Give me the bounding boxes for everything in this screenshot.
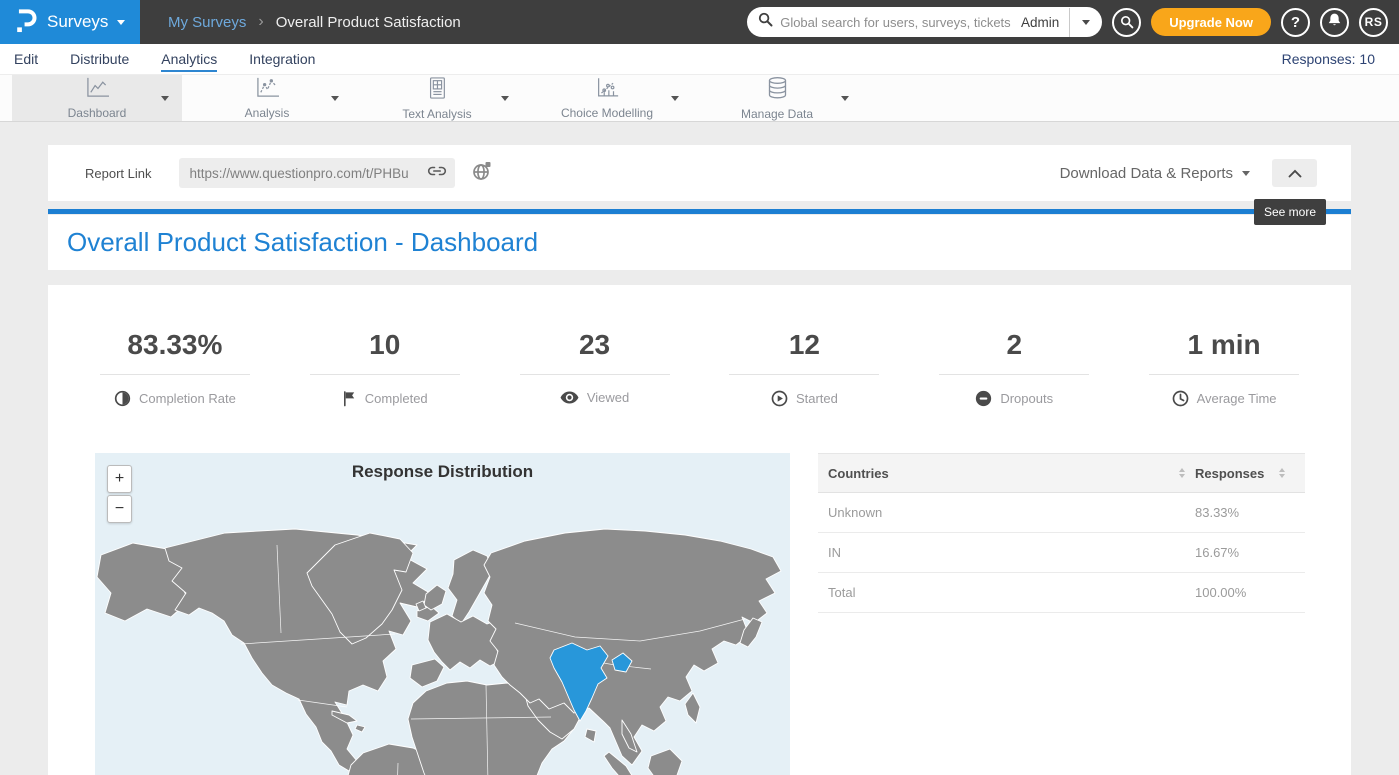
choice-modelling-dropdown-caret[interactable] [671, 96, 679, 101]
upgrade-now-button[interactable]: Upgrade Now [1151, 8, 1271, 36]
search-input[interactable] [780, 15, 1011, 30]
manage-data-dropdown-caret[interactable] [841, 96, 849, 101]
report-url-field[interactable]: https://www.questionpro.com/t/PHBu [179, 158, 455, 188]
collapse-panel-button[interactable] [1272, 159, 1317, 187]
stat-started: 12 Started [699, 329, 909, 407]
minus-icon [975, 390, 992, 407]
search-icon [758, 12, 773, 32]
report-url-text[interactable]: https://www.questionpro.com/t/PHBu [189, 166, 427, 181]
globe-privacy-icon[interactable] [471, 161, 493, 186]
topbar-right-cluster: Admin Upgrade Now ? RS [747, 7, 1399, 37]
map-zoom-controls: + − [107, 465, 132, 523]
download-data-reports-dropdown[interactable]: Download Data & Reports [1060, 165, 1250, 182]
analytics-toolbar: Dashboard Analysis Text Analysis Choice … [0, 75, 1399, 122]
search-scope-label[interactable]: Admin [1011, 15, 1069, 30]
countries-table-header: Countries Responses [818, 453, 1305, 493]
page-content: Report Link https://www.questionpro.com/… [0, 122, 1399, 775]
dashboard-card: 83.33% Completion Rate 10 Completed 23 [48, 285, 1351, 775]
map-zoom-in-button[interactable]: + [107, 465, 132, 493]
flag-icon [342, 390, 357, 407]
table-row: Unknown 83.33% [818, 493, 1305, 533]
sort-icon[interactable] [1279, 468, 1285, 478]
help-button[interactable]: ? [1281, 8, 1310, 37]
user-avatar[interactable]: RS [1359, 8, 1388, 37]
surveys-caret-icon [117, 20, 125, 25]
countries-table: Countries Responses Unknown 83.33% IN 16 [818, 453, 1305, 775]
tab-distribute[interactable]: Distribute [68, 47, 131, 71]
blue-divider [48, 209, 1351, 214]
text-analysis-dropdown-caret[interactable] [501, 96, 509, 101]
breadcrumb-current: Overall Product Satisfaction [276, 14, 461, 31]
map-table-row: + − Response Distribution [70, 453, 1329, 775]
question-mark-icon: ? [1291, 14, 1300, 31]
toolbar-item-text-analysis[interactable]: Text Analysis [352, 75, 522, 121]
topbar: Surveys My Surveys › Overall Product Sat… [0, 0, 1399, 44]
document-grid-icon [426, 76, 448, 105]
toolbar-item-analysis[interactable]: Analysis [182, 75, 352, 121]
toolbar-item-choice-modelling[interactable]: Choice Modelling [522, 75, 692, 121]
clock-icon [1172, 390, 1189, 407]
map-caribbean [355, 725, 365, 732]
stat-average-time: 1 min Average Time [1119, 329, 1329, 407]
response-distribution-map: + − Response Distribution [95, 453, 790, 775]
chevron-up-icon [1288, 169, 1302, 178]
analysis-dropdown-caret[interactable] [331, 96, 339, 101]
stats-row: 83.33% Completion Rate 10 Completed 23 [70, 329, 1329, 407]
map-uk [424, 585, 446, 610]
toolbar-item-dashboard[interactable]: Dashboard [12, 75, 182, 121]
search-button[interactable] [1112, 8, 1141, 37]
tab-edit[interactable]: Edit [12, 47, 40, 71]
database-icon [765, 76, 790, 105]
eye-icon [560, 391, 579, 404]
header-countries[interactable]: Countries [828, 466, 1195, 481]
line-chart-icon [254, 76, 281, 104]
play-icon [771, 390, 788, 407]
bell-icon [1327, 12, 1342, 32]
tab-integration[interactable]: Integration [247, 47, 317, 71]
page-title: Overall Product Satisfaction - Dashboard [67, 227, 538, 258]
questionpro-logo-icon [12, 5, 38, 40]
report-link-bar: Report Link https://www.questionpro.com/… [48, 145, 1351, 201]
breadcrumb-my-surveys[interactable]: My Surveys [168, 14, 246, 31]
stat-completion-rate: 83.33% Completion Rate [70, 329, 280, 407]
map-iberia [410, 659, 444, 687]
stat-viewed: 23 Viewed [490, 329, 700, 407]
map-title: Response Distribution [95, 453, 790, 482]
map-zoom-out-button[interactable]: − [107, 495, 132, 523]
see-more-tooltip: See more [1254, 199, 1326, 225]
download-caret-icon [1242, 171, 1250, 176]
world-map [95, 453, 790, 775]
breadcrumb: My Surveys › Overall Product Satisfactio… [168, 13, 461, 31]
toolbar-item-manage-data[interactable]: Manage Data [692, 75, 862, 121]
dashboard-dropdown-caret[interactable] [161, 96, 169, 101]
scatter-chart-icon [594, 76, 620, 104]
table-row: Total 100.00% [818, 573, 1305, 613]
report-link-label: Report Link [85, 166, 151, 181]
responses-count: Responses: 10 [1282, 51, 1375, 67]
breadcrumb-separator: › [258, 13, 263, 31]
map-borneo [648, 749, 682, 775]
gauge-icon [114, 390, 131, 407]
surveys-product-label: Surveys [47, 12, 108, 32]
stat-completed: 10 Completed [280, 329, 490, 407]
questionpro-logo-block[interactable]: Surveys [0, 0, 140, 44]
survey-nav: Edit Distribute Analytics Integration Re… [0, 44, 1399, 75]
line-chart-icon [84, 76, 111, 104]
header-responses[interactable]: Responses [1195, 466, 1295, 481]
map-philippines [685, 693, 700, 723]
table-row: IN 16.67% [818, 533, 1305, 573]
tab-analytics[interactable]: Analytics [159, 47, 219, 71]
sort-icon[interactable] [1179, 468, 1185, 478]
title-bar: Overall Product Satisfaction - Dashboard [48, 215, 1351, 270]
link-icon[interactable] [427, 164, 447, 182]
notifications-button[interactable] [1320, 8, 1349, 37]
global-search: Admin [747, 7, 1102, 37]
map-sri-lanka [585, 729, 596, 742]
stat-dropouts: 2 Dropouts [909, 329, 1119, 407]
search-scope-dropdown[interactable] [1070, 7, 1102, 37]
